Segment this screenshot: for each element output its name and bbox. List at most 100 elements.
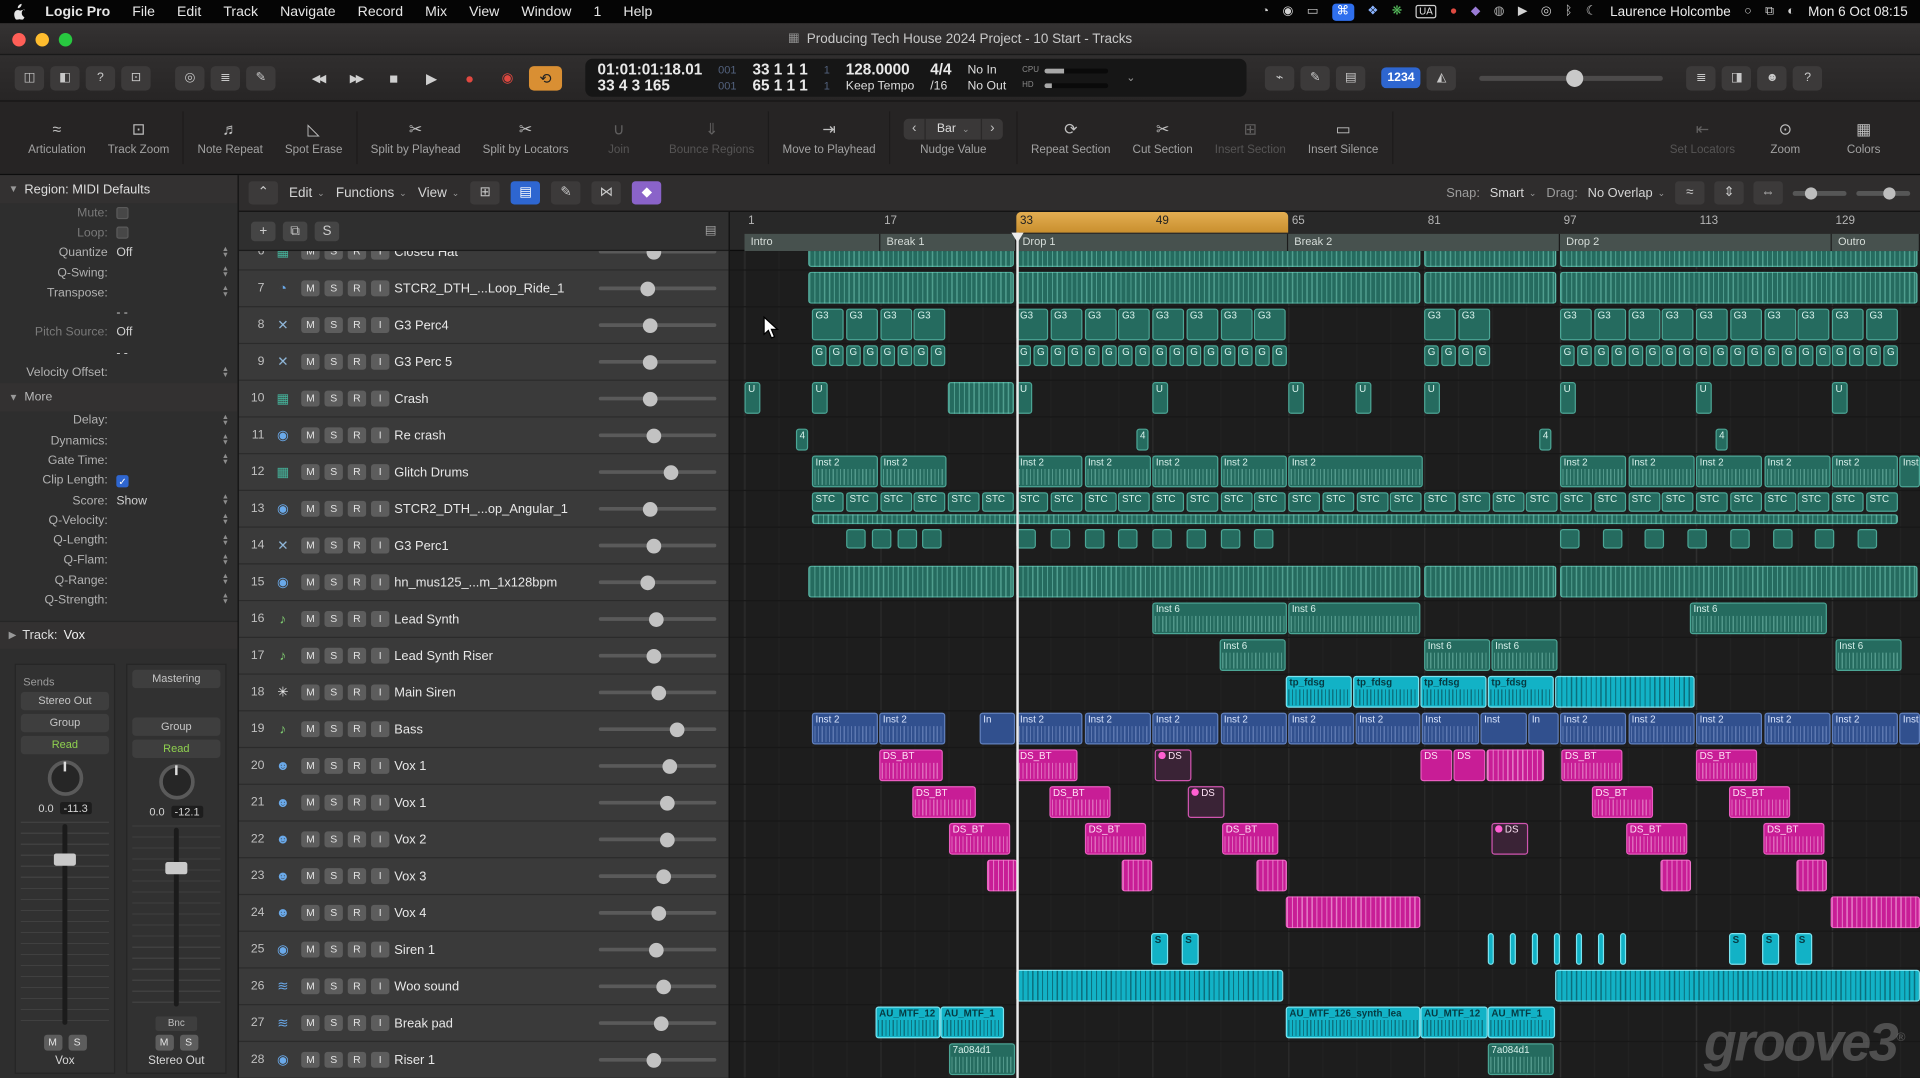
track-i-button[interactable]: I [371,1015,389,1031]
track-i-button[interactable]: I [371,280,389,296]
region[interactable]: tp_fdsg [1286,676,1352,708]
region[interactable]: G3 [1628,309,1660,341]
region[interactable]: STC [846,492,878,512]
stepper[interactable]: ▲▼ [222,367,229,379]
region[interactable]: Inst 2 [1560,713,1626,745]
track-volume-slider[interactable] [599,360,717,364]
track-header-20[interactable]: 20☻MSRIVox 1 [239,748,729,785]
pencil-tool-button[interactable]: ✎ [551,181,580,204]
region[interactable]: G [1272,345,1287,366]
region[interactable] [1560,272,1918,304]
region[interactable]: STC [1696,492,1728,512]
nudge-forward-button[interactable]: › [982,119,1003,140]
menu-record[interactable]: Record [347,4,414,19]
region[interactable]: G3 [1594,309,1626,341]
track-header-13[interactable]: 13◉MSRISTCR2_DTH_...op_Angular_1 [239,491,729,528]
track-header-10[interactable]: 10▦MSRICrash [239,381,729,418]
track-i-button[interactable]: I [371,501,389,517]
region[interactable]: Inst 2 [1764,456,1830,488]
bluetooth-icon[interactable]: ᛒ [1565,3,1572,20]
track-lane-26[interactable] [730,969,1920,1006]
region[interactable]: Inst 2 [1628,456,1694,488]
region[interactable] [1016,970,1283,1002]
region[interactable]: Inst 2 [1288,713,1354,745]
region[interactable]: G3 [1458,309,1490,341]
global-solo-button[interactable]: S [315,221,339,241]
region[interactable]: Inst 6 [1690,602,1827,634]
track-m-button[interactable]: M [301,464,319,480]
stepper[interactable]: ▲▼ [222,555,229,567]
region[interactable] [987,860,1018,892]
region[interactable] [808,272,1014,304]
bar-ruler[interactable]: 1173349658197113129 IntroBreak 1Drop 1Br… [730,212,1920,251]
track-i-button[interactable]: I [371,538,389,554]
region[interactable]: tp_fdsg [1420,676,1486,708]
track-volume-slider[interactable] [599,801,717,805]
toolbar-toggle-button[interactable]: ⊡ [121,66,150,90]
region[interactable] [1424,566,1556,598]
track-m-button[interactable]: M [301,501,319,517]
stepper[interactable]: ▲▼ [222,495,229,507]
track-volume-slider[interactable] [599,580,717,584]
region[interactable]: Inst 2 [1832,456,1898,488]
region[interactable]: Inst 6 [1424,639,1490,671]
track-r-button[interactable]: R [348,317,366,333]
region[interactable]: STC [1424,492,1456,512]
track-lane-16[interactable]: Inst 6Inst 6Inst 6 [730,601,1920,638]
track-s-button[interactable]: S [324,1052,342,1068]
edit-menu[interactable]: Edit⌄ [289,186,325,201]
region[interactable]: G [931,345,946,366]
region[interactable]: Inst 2 [1560,456,1626,488]
track-lane-24[interactable] [730,895,1920,932]
region[interactable]: G [1577,345,1592,366]
region[interactable]: DS_BT [1049,786,1110,818]
region[interactable]: G [1832,345,1847,366]
track-r-button[interactable]: R [348,905,366,921]
region[interactable] [1576,933,1582,965]
track-header-7[interactable]: 7◔MSRISTCR2_DTH_...Loop_Ride_1 [239,271,729,308]
track-volume-slider[interactable] [599,727,717,731]
play-app-icon[interactable]: ▶ [1518,3,1527,20]
cycle-range[interactable] [1016,212,1288,233]
region[interactable] [846,529,866,548]
region[interactable] [1424,272,1556,304]
v-zoom-slider[interactable] [1793,190,1847,195]
region[interactable]: In [1528,713,1559,745]
track-r-button[interactable]: R [348,501,366,517]
track-header-23[interactable]: 23☻MSRIVox 3 [239,858,729,895]
region[interactable]: STC [1050,492,1082,512]
track-i-button[interactable]: I [371,464,389,480]
region[interactable]: G [1662,345,1677,366]
menu-view[interactable]: View [458,4,510,19]
list-view-button[interactable]: ▤ [511,181,540,204]
region[interactable] [1118,529,1138,548]
region[interactable] [1186,529,1206,548]
input-source-icon[interactable]: ⌘ [1332,3,1354,20]
region[interactable]: Inst 2 [1764,713,1830,745]
track-lane-11[interactable]: 4444 [730,418,1920,455]
list-editors-button[interactable]: ≣ [1686,66,1715,90]
user-name[interactable]: Laurence Holcombe [1610,4,1731,19]
pencil-button[interactable]: ✎ [1300,66,1329,90]
track-i-button[interactable]: I [371,648,389,664]
mute-button[interactable]: M [43,1034,61,1050]
region[interactable] [1286,896,1421,928]
region[interactable]: U [1696,382,1712,414]
region[interactable] [1560,566,1918,598]
camera-app-icon[interactable]: ◉ [1283,3,1294,20]
snap-select[interactable]: Smart⌄ [1490,186,1537,201]
track-m-button[interactable]: M [301,1052,319,1068]
region[interactable] [1660,860,1691,892]
region[interactable]: 4 [1716,428,1728,450]
add-track-button[interactable]: + [251,221,275,241]
h-zoom-slider[interactable] [1856,190,1910,195]
horizontal-zoom-button[interactable]: ⇔ [1753,181,1782,204]
track-header-24[interactable]: 24☻MSRIVox 4 [239,895,729,932]
checkbox[interactable] [116,227,128,239]
siri-icon[interactable]: ◐ [1787,3,1794,20]
track-i-button[interactable]: I [371,758,389,774]
region[interactable]: G [1458,345,1473,366]
track-header-14[interactable]: 14✕MSRIG3 Perc1 [239,528,729,565]
ua-app-badge[interactable]: UA [1415,5,1436,18]
region[interactable]: STC [1560,492,1592,512]
